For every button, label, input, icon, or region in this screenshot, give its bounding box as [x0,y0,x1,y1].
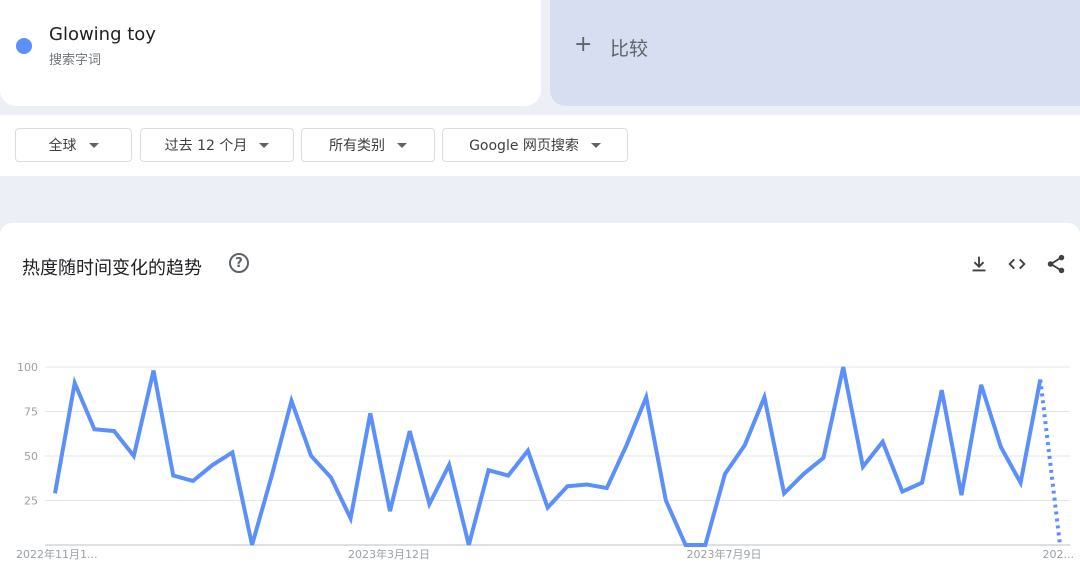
caret-down-icon [259,142,270,148]
caret-down-icon [590,142,601,148]
time-range-dropdown[interactable]: 过去 12 个月 [140,128,294,162]
search-term-name[interactable]: Glowing toy [49,24,156,45]
x-tick-label: 202... [1043,548,1075,561]
line-chart: 25 50 75 100 2022年11月1... 2023年3月12日 2023年7月9… [16,361,1074,561]
y-tick-label: 25 [24,495,38,508]
search-type-label: Google 网页搜索 [469,138,579,154]
term-color-dot [16,38,32,54]
y-tick-label: 50 [24,450,38,463]
search-term-card[interactable]: Glowing toy 搜索字词 [0,0,541,106]
region-dropdown[interactable]: 全球 [15,128,132,162]
category-label: 所有类别 [329,138,385,154]
y-tick-label: 100 [17,361,38,374]
chart-gridlines [45,366,1070,546]
compare-label: 比较 [610,38,649,60]
category-dropdown[interactable]: 所有类别 [301,128,435,162]
y-tick-label: 75 [24,406,38,419]
y-tick-labels: 25 50 75 100 [17,361,38,508]
search-type-dropdown[interactable]: Google 网页搜索 [442,128,628,162]
plus-icon: + [574,32,593,57]
search-term-type: 搜索字词 [49,53,102,68]
caret-down-icon [397,142,407,148]
x-tick-label: 2023年3月12日 [348,547,430,561]
filter-bar: 全球 过去 12 个月 所有类别 Google 网页搜索 [0,115,1080,176]
x-tick-labels: 2022年11月1... 2023年3月12日 2023年7月9日 202... [16,547,1074,561]
time-range-label: 过去 12 个月 [164,138,248,154]
x-tick-label: 2023年7月9日 [687,547,762,561]
compare-button[interactable]: + 比较 [550,0,1080,106]
region-label: 全球 [48,138,77,154]
x-tick-label: 2022年11月1... [16,547,97,561]
caret-down-icon [88,142,99,148]
partial-data-line [1038,379,1062,546]
